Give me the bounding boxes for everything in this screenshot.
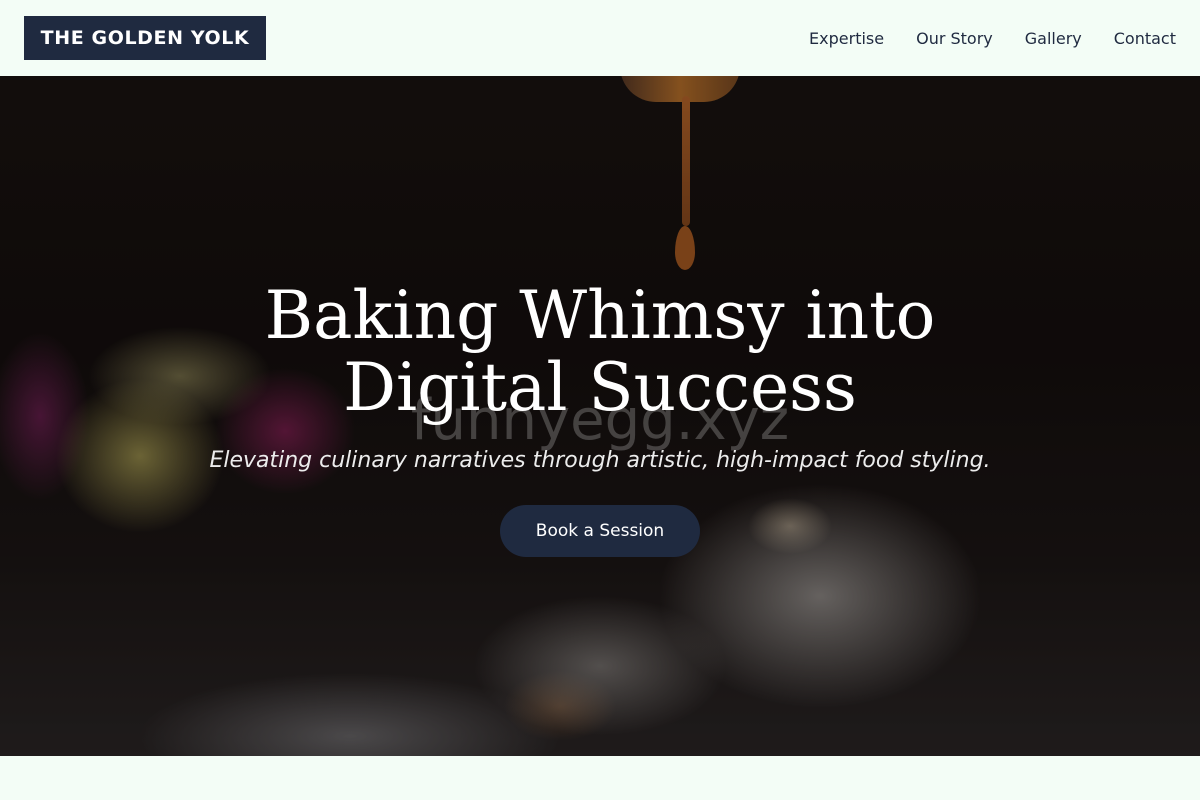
nav-link-our-story[interactable]: Our Story [916, 29, 993, 48]
hero-subtitle: Elevating culinary narratives through ar… [209, 448, 991, 473]
hero-content: Baking Whimsy into Digital Success Eleva… [0, 76, 1200, 756]
nav-link-expertise[interactable]: Expertise [809, 29, 884, 48]
nav-link-contact[interactable]: Contact [1114, 29, 1176, 48]
hero-section: funnyegg.xyz Baking Whimsy into Digital … [0, 76, 1200, 756]
site-logo[interactable]: THE GOLDEN YOLK [24, 16, 266, 60]
nav-link-gallery[interactable]: Gallery [1025, 29, 1082, 48]
site-header: THE GOLDEN YOLK Expertise Our Story Gall… [0, 0, 1200, 76]
main-nav: Expertise Our Story Gallery Contact [777, 29, 1176, 48]
book-session-button[interactable]: Book a Session [500, 505, 700, 557]
hero-title: Baking Whimsy into Digital Success [264, 277, 936, 426]
